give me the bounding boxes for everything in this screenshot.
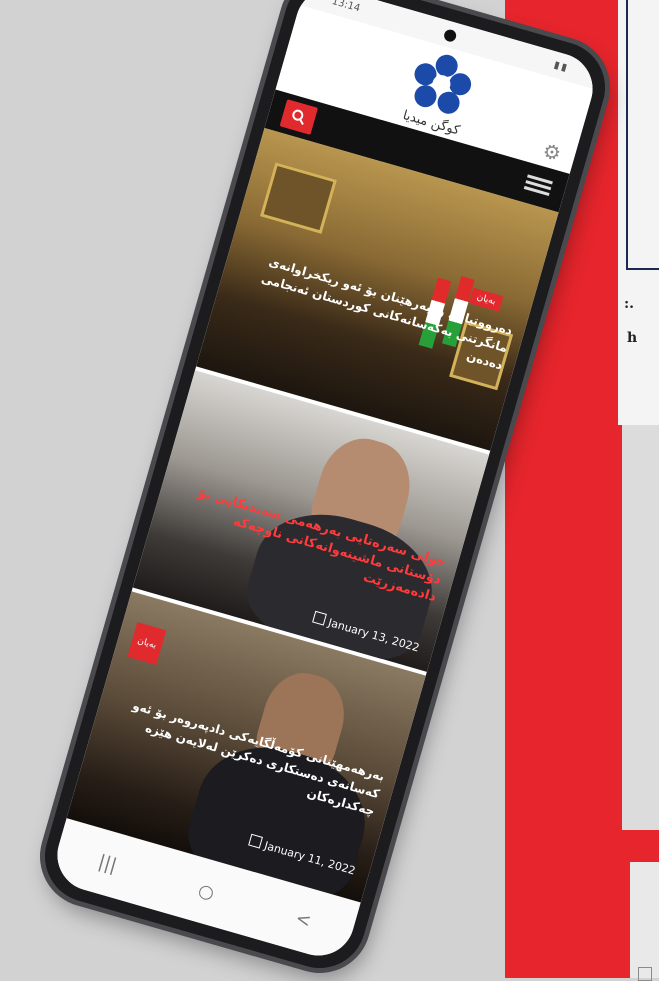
- article-headline[interactable]: دەرووتیانی وەبەرهێنان بۆ ئەو ریکخراوانەی…: [229, 245, 515, 375]
- hamburger-menu-button[interactable]: [523, 172, 554, 200]
- wall-painting: [259, 162, 337, 234]
- back-icon[interactable]: <: [293, 907, 313, 931]
- article-feed: بەیان دەرووتیانی وەبەرهێنان بۆ ئەو ریکخر…: [65, 127, 559, 907]
- status-icons: ▮▮: [552, 59, 571, 75]
- calendar-icon: [311, 610, 327, 626]
- home-icon[interactable]: ○: [196, 879, 217, 904]
- text-fragment: h: [627, 330, 638, 346]
- document-panel: [618, 0, 659, 425]
- calendar-icon: [247, 833, 263, 849]
- text-fragment: :.: [624, 296, 635, 312]
- document-frame: [626, 0, 659, 270]
- front-camera: [442, 28, 458, 44]
- grey-block: [630, 862, 659, 981]
- article-badge: بەیان: [127, 622, 167, 665]
- checkbox-square: [638, 967, 652, 981]
- search-button[interactable]: [279, 99, 319, 135]
- article-badge: بەیان: [468, 287, 504, 312]
- status-time: 13:14: [330, 0, 362, 15]
- gear-icon[interactable]: ⚙: [540, 138, 564, 166]
- recent-apps-icon[interactable]: |||: [96, 851, 119, 876]
- red-accent-bar: [560, 830, 659, 864]
- search-icon: [292, 109, 304, 125]
- grey-panel: [622, 425, 659, 835]
